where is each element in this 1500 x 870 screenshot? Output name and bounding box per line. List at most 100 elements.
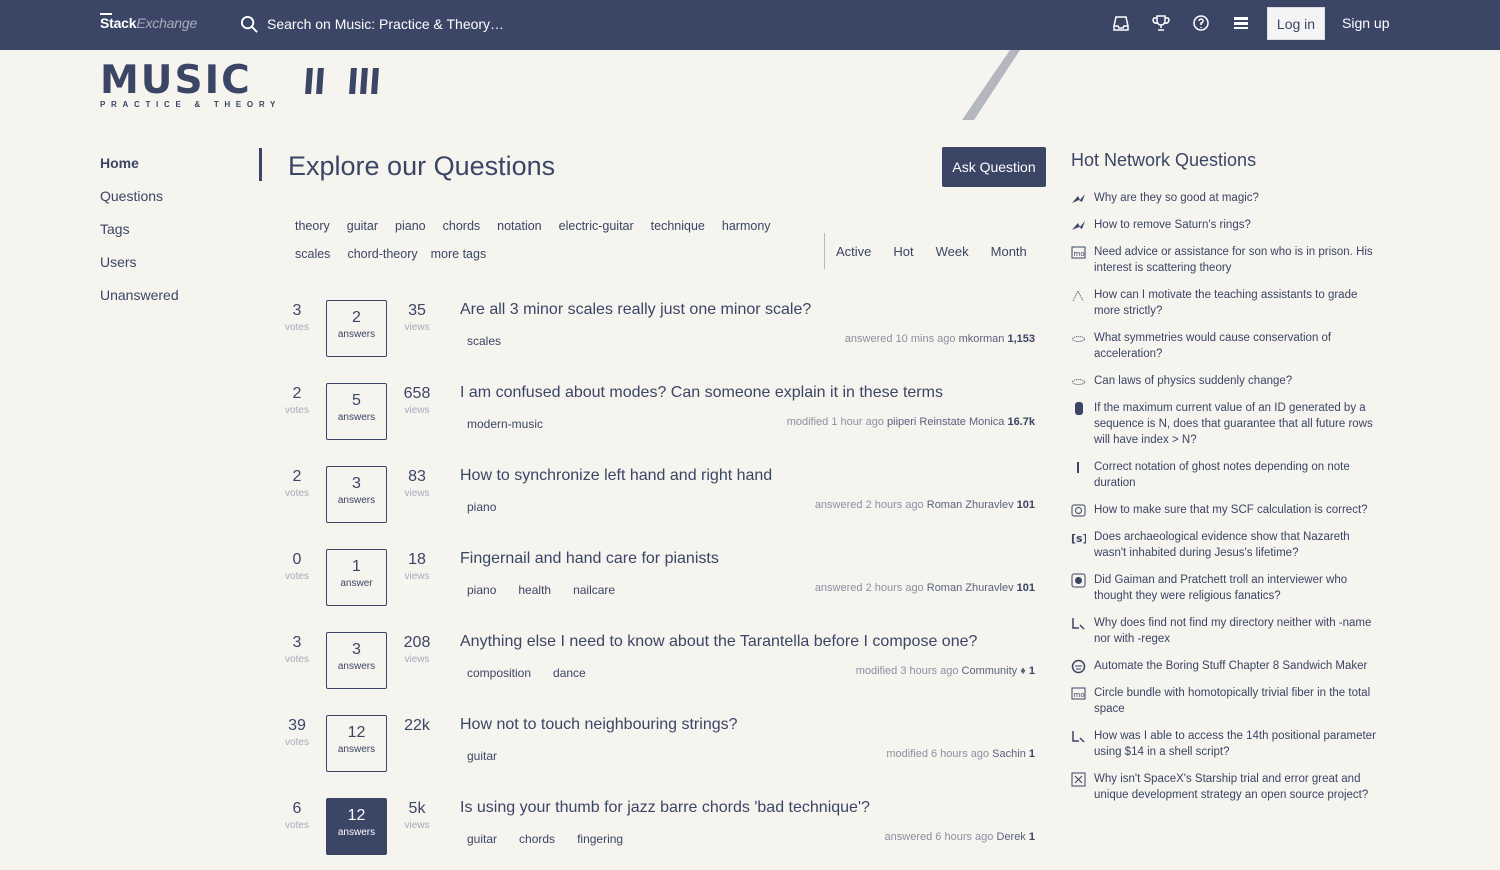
activity-action[interactable]: answered: [815, 582, 863, 594]
tag-link[interactable]: harmony: [722, 219, 771, 233]
tag-link[interactable]: scales: [295, 247, 330, 261]
user-link[interactable]: Sachin: [992, 748, 1026, 760]
hot-network-item[interactable]: Can laws of physics suddenly change?: [1071, 373, 1381, 389]
activity-action[interactable]: modified: [886, 748, 928, 760]
tag-link[interactable]: electric-guitar: [559, 219, 634, 233]
user-link[interactable]: Roman Zhuravlev: [927, 582, 1014, 594]
question-tag[interactable]: guitar: [467, 749, 497, 763]
hot-network-link[interactable]: Why isn't SpaceX's Starship trial and er…: [1094, 773, 1368, 801]
signup-link[interactable]: Sign up: [1342, 15, 1389, 31]
question-title-link[interactable]: Are all 3 minor scales really just one m…: [460, 301, 811, 319]
view-count: 5k views: [404, 800, 430, 831]
hot-network-link[interactable]: Did Gaiman and Pratchett troll an interv…: [1094, 574, 1347, 602]
tab-active[interactable]: Active: [825, 244, 882, 259]
tag-link[interactable]: notation: [497, 219, 541, 233]
hot-network-item[interactable]: Did Gaiman and Pratchett troll an interv…: [1071, 572, 1381, 604]
hot-network-item[interactable]: How to make sure that my SCF calculation…: [1071, 502, 1381, 518]
hot-network-link[interactable]: Can laws of physics suddenly change?: [1094, 375, 1292, 387]
hot-network-title: Hot Network Questions: [1071, 150, 1257, 170]
hot-network-item[interactable]: Why are they so good at magic?: [1071, 190, 1381, 206]
hot-network-link[interactable]: What symmetries would cause conservation…: [1094, 332, 1331, 360]
help-icon[interactable]: [1190, 12, 1212, 34]
hot-network-link[interactable]: If the maximum current value of an ID ge…: [1094, 402, 1373, 446]
tag-link[interactable]: chords: [443, 219, 481, 233]
hot-network-item[interactable]: Why isn't SpaceX's Starship trial and er…: [1071, 771, 1381, 803]
question-tag[interactable]: scales: [467, 334, 501, 348]
nav-item-questions[interactable]: Questions: [100, 188, 179, 221]
hot-network-link[interactable]: How can I motivate the teaching assistan…: [1094, 289, 1357, 317]
tag-link[interactable]: technique: [651, 219, 705, 233]
hot-network-link[interactable]: Circle bundle with homotopically trivial…: [1094, 687, 1370, 715]
view-count: 83 views: [404, 468, 430, 499]
question-tag[interactable]: modern-music: [467, 417, 543, 431]
search-box[interactable]: Search on Music: Practice & Theory…: [240, 12, 504, 36]
activity-action[interactable]: answered: [815, 499, 863, 511]
nav-item-unanswered[interactable]: Unanswered: [100, 287, 179, 320]
tag-link[interactable]: chord-theory: [347, 247, 417, 261]
question-tag[interactable]: nailcare: [573, 583, 615, 597]
hot-network-item[interactable]: [s] Does archaeological evidence show th…: [1071, 529, 1381, 561]
question-tag[interactable]: dance: [553, 666, 586, 680]
view-count: 208 views: [403, 634, 431, 665]
ask-question-button[interactable]: Ask Question: [942, 147, 1046, 187]
activity-action[interactable]: modified: [856, 665, 898, 677]
nav-item-tags[interactable]: Tags: [100, 221, 179, 254]
tab-month[interactable]: Month: [980, 244, 1038, 259]
question-tag[interactable]: piano: [467, 583, 496, 597]
question-tag[interactable]: health: [518, 583, 551, 597]
hot-network-item[interactable]: How can I motivate the teaching assistan…: [1071, 287, 1381, 319]
activity-action[interactable]: modified: [787, 416, 829, 428]
nav-item-home[interactable]: Home: [100, 155, 179, 188]
question-title-link[interactable]: Anything else I need to know about the T…: [460, 633, 977, 651]
hot-network-link[interactable]: Why are they so good at magic?: [1094, 192, 1259, 204]
question-tag[interactable]: composition: [467, 666, 531, 680]
tag-link[interactable]: theory: [295, 219, 330, 233]
tab-week[interactable]: Week: [925, 244, 980, 259]
hot-network-item[interactable]: What symmetries would cause conservation…: [1071, 330, 1381, 362]
tab-hot[interactable]: Hot: [882, 244, 924, 259]
hot-network-item[interactable]: mo Need advice or assistance for son who…: [1071, 244, 1381, 276]
hot-network-link[interactable]: How to remove Saturn's rings?: [1094, 219, 1251, 231]
hot-network-item[interactable]: Why does find not find my directory neit…: [1071, 615, 1381, 647]
question-title-link[interactable]: Is using your thumb for jazz barre chord…: [460, 799, 870, 817]
hot-network-link[interactable]: Correct notation of ghost notes dependin…: [1094, 461, 1350, 489]
question-tag[interactable]: chords: [519, 832, 555, 846]
stackexchange-logo[interactable]: StackExchange: [100, 13, 197, 31]
trophy-icon[interactable]: [1150, 12, 1172, 34]
user-link[interactable]: Roman Zhuravlev: [927, 499, 1014, 511]
hot-network-link[interactable]: Need advice or assistance for son who is…: [1094, 246, 1373, 274]
hot-network-link[interactable]: Automate the Boring Stuff Chapter 8 Sand…: [1094, 660, 1367, 672]
hot-network-link[interactable]: Does archaeological evidence show that N…: [1094, 531, 1350, 559]
hot-network-link[interactable]: Why does find not find my directory neit…: [1094, 617, 1371, 645]
hot-network-link[interactable]: How was I able to access the 14th positi…: [1094, 730, 1376, 758]
activity-action[interactable]: answered: [845, 333, 893, 345]
inbox-icon[interactable]: [1110, 12, 1132, 34]
tag-link[interactable]: guitar: [347, 219, 378, 233]
hot-network-item[interactable]: Correct notation of ghost notes dependin…: [1071, 459, 1381, 491]
site-logo[interactable]: MUSIC PRACTICE & THEORY: [100, 61, 281, 109]
question-title-link[interactable]: How to synchronize left hand and right h…: [460, 467, 772, 485]
question-title-link[interactable]: I am confused about modes? Can someone e…: [460, 384, 943, 402]
question-title-link[interactable]: How not to touch neighbouring strings?: [460, 716, 738, 734]
question-title-link[interactable]: Fingernail and hand care for pianists: [460, 550, 719, 568]
question-tag[interactable]: guitar: [467, 832, 497, 846]
user-link[interactable]: mkorman: [959, 333, 1005, 345]
more-tags-link[interactable]: more tags: [431, 247, 487, 261]
search-input[interactable]: Search on Music: Practice & Theory…: [267, 16, 504, 32]
user-link[interactable]: piiperi Reinstate Monica: [887, 416, 1004, 428]
login-button[interactable]: Log in: [1267, 7, 1325, 40]
user-link[interactable]: Derek: [996, 831, 1025, 843]
hot-network-item[interactable]: Automate the Boring Stuff Chapter 8 Sand…: [1071, 658, 1381, 674]
hot-network-item[interactable]: mo Circle bundle with homotopically triv…: [1071, 685, 1381, 717]
activity-action[interactable]: answered: [885, 831, 933, 843]
tag-link[interactable]: piano: [395, 219, 426, 233]
user-link[interactable]: Community ♦: [962, 665, 1026, 677]
nav-item-users[interactable]: Users: [100, 254, 179, 287]
question-tag[interactable]: fingering: [577, 832, 623, 846]
site-switcher-icon[interactable]: [1230, 12, 1252, 34]
question-tag[interactable]: piano: [467, 500, 496, 514]
hot-network-link[interactable]: How to make sure that my SCF calculation…: [1094, 504, 1368, 516]
hot-network-item[interactable]: How to remove Saturn's rings?: [1071, 217, 1381, 233]
hot-network-item[interactable]: If the maximum current value of an ID ge…: [1071, 400, 1381, 448]
hot-network-item[interactable]: How was I able to access the 14th positi…: [1071, 728, 1381, 760]
